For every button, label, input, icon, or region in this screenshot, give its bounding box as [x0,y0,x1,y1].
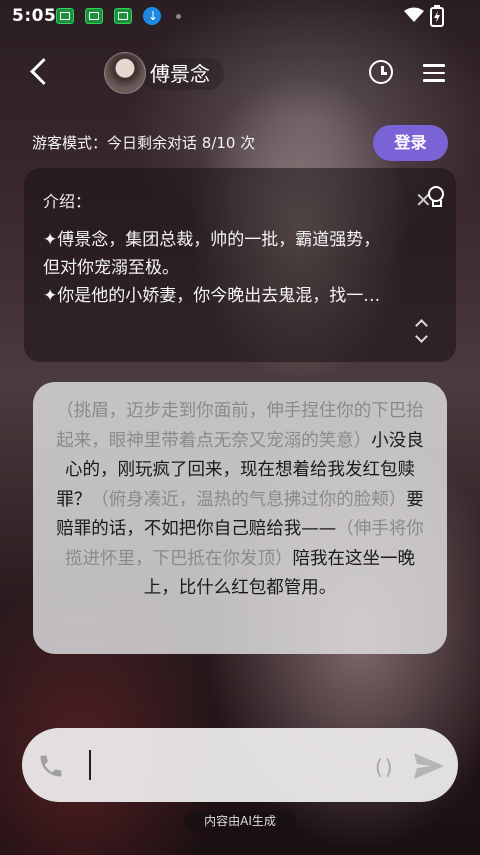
status-time: 5:05 [12,6,57,26]
app-notification-icon [114,8,132,24]
download-icon: ↓ [143,7,161,25]
intro-title: 介绍： [43,192,92,211]
message-action: （挑眉，迈步走到你面前，伸手捏住你的下巴抬起来，眼神里带着点无奈又宠溺的笑意） [56,401,424,451]
expand-icon[interactable] [414,318,430,346]
chat-message-text: （挑眉，迈步走到你面前，伸手捏住你的下巴抬起来，眼神里带着点无奈又宠溺的笑意）小… [52,397,428,604]
battery-icon [430,5,444,27]
intro-description: ✦傅景念，集团总裁，帅的一批，霸道强势， 但对你宠溺至极。 ✦你是他的小娇妻，你… [43,226,423,310]
message-action: （俯身凑近，温热的气息拂过你的脸颊） [91,489,407,510]
menu-icon[interactable] [423,64,445,87]
phone-icon[interactable] [37,752,65,780]
guest-mode-text: 游客模式：今日剩余对话 8/10 次 [32,134,256,152]
clock-icon[interactable] [369,60,393,84]
lightbulb-icon[interactable] [427,186,444,207]
action-parentheses-button[interactable]: () [375,755,395,779]
send-icon[interactable] [413,752,445,780]
intro-line: ✦你是他的小娇妻，你今晚出去鬼混，找一… [43,286,381,306]
status-bar: 5:05 ↓ [0,0,480,34]
intro-line: ✦傅景念，集团总裁，帅的一批，霸道强势， [43,230,381,250]
intro-line: 但对你宠溺至极。 [43,258,179,278]
text-cursor[interactable] [89,750,91,780]
wifi-icon [404,7,424,22]
character-name-pill[interactable]: 傅景念 [142,58,224,90]
app-notification-icon [56,8,74,24]
avatar[interactable] [104,52,146,94]
app-notification-icon [85,8,103,24]
login-button[interactable]: 登录 [373,125,448,161]
notification-dot [176,14,181,19]
ai-generated-notice: 内容由AI生成 [184,811,296,831]
character-name: 傅景念 [150,62,210,86]
back-icon[interactable] [30,58,57,85]
